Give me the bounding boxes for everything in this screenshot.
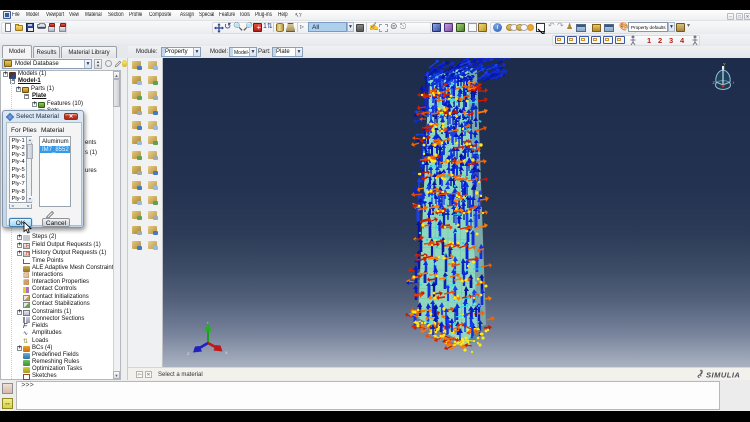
svg-text:Z: Z: [713, 80, 716, 85]
svg-text:Y: Y: [207, 322, 210, 325]
svg-text:Z: Z: [187, 351, 190, 356]
svg-text:X: X: [225, 350, 228, 355]
svg-text:SIMULIA: SIMULIA: [706, 371, 740, 380]
svg-text:X: X: [733, 80, 735, 85]
svg-text:Y: Y: [723, 62, 726, 67]
